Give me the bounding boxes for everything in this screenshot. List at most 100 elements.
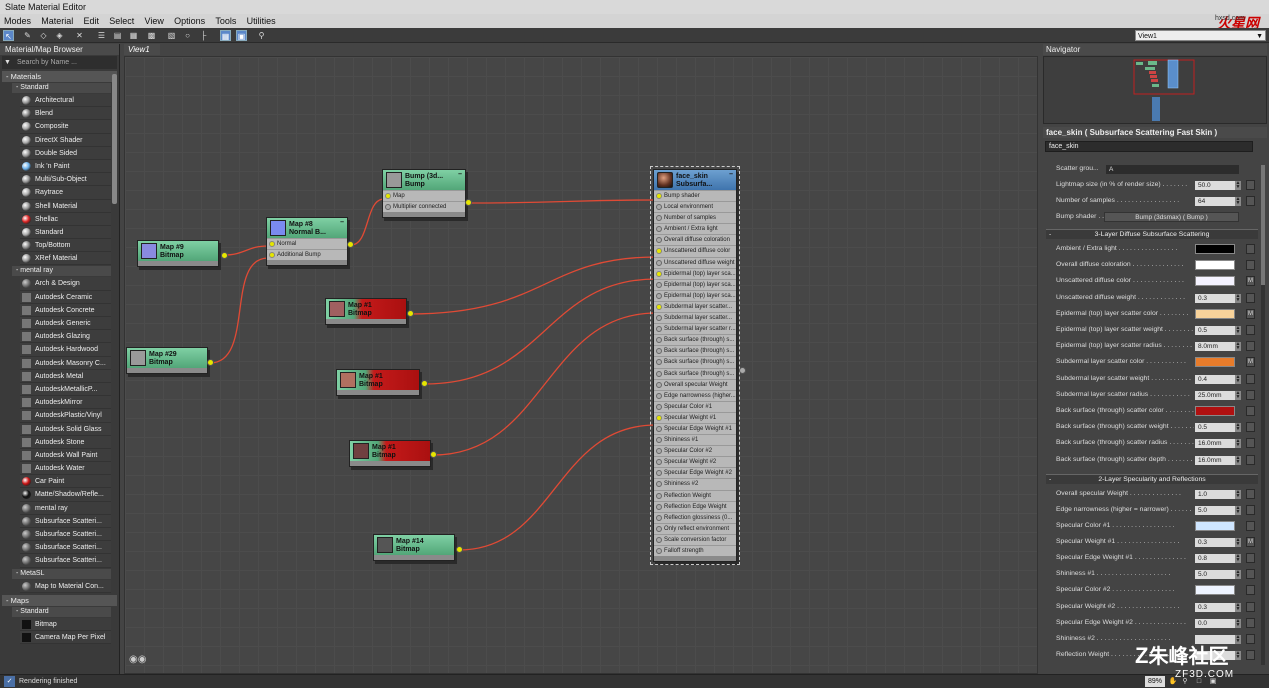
map-button[interactable] bbox=[1246, 341, 1255, 352]
color-swatch[interactable] bbox=[1195, 521, 1235, 531]
input-socket[interactable] bbox=[656, 259, 662, 266]
input-socket[interactable] bbox=[656, 237, 662, 244]
input-slot[interactable]: Shininess #1 bbox=[654, 434, 736, 445]
input-slot[interactable]: Specular Color #2 bbox=[654, 445, 736, 456]
input-socket[interactable] bbox=[656, 459, 662, 466]
map-button[interactable] bbox=[1246, 260, 1255, 271]
input-slot[interactable]: Unscattered diffuse weight bbox=[654, 256, 736, 268]
node-map-11[interactable]: Map #1 Bitmap bbox=[325, 298, 407, 325]
output-socket[interactable] bbox=[465, 199, 472, 206]
input-slot[interactable]: Scale conversion factor bbox=[654, 533, 736, 545]
browser-item[interactable]: Blend bbox=[20, 107, 111, 121]
pick-material-icon[interactable]: ✎ bbox=[22, 30, 33, 41]
input-socket[interactable] bbox=[656, 215, 662, 222]
menu-tools[interactable]: Tools bbox=[211, 14, 240, 28]
layout-all-icon[interactable]: ▦ bbox=[128, 30, 139, 41]
color-swatch[interactable] bbox=[1195, 406, 1235, 416]
input-socket[interactable] bbox=[656, 525, 662, 532]
color-swatch[interactable] bbox=[1195, 276, 1235, 287]
input-socket[interactable] bbox=[656, 470, 662, 477]
assign-material-icon[interactable]: ◈ bbox=[54, 30, 65, 41]
input-socket[interactable] bbox=[656, 303, 662, 310]
browser-item[interactable]: Autodesk Ceramic bbox=[20, 290, 111, 304]
spinner-icon[interactable]: ▲ ▼ bbox=[1235, 505, 1241, 515]
collapse-icon[interactable]: - bbox=[1049, 475, 1051, 485]
collapse-icon[interactable]: - bbox=[1049, 230, 1051, 240]
browser-item[interactable]: Shellac bbox=[20, 212, 111, 226]
parameter-value-field[interactable]: 0.0 bbox=[1195, 618, 1235, 628]
color-swatch[interactable] bbox=[1195, 260, 1235, 271]
preview-icon[interactable]: ○ bbox=[182, 30, 193, 41]
input-slot[interactable]: Only reflect environment bbox=[654, 522, 736, 534]
spinner-icon[interactable]: ▲ ▼ bbox=[1235, 390, 1241, 400]
node-view-canvas[interactable]: Map #9 Bitmap Map #29 Bitmap Map #8 Normal … bbox=[124, 56, 1038, 674]
input-slot[interactable]: Bump shader bbox=[654, 190, 736, 201]
browser-item[interactable]: Subsurface Scatteri... bbox=[20, 554, 111, 568]
input-slot[interactable]: Back surface (through) s... bbox=[654, 334, 736, 345]
input-socket[interactable] bbox=[656, 248, 662, 255]
material-name-field[interactable]: face_skin bbox=[1045, 141, 1253, 152]
input-slot[interactable]: Back surface (through) s... bbox=[654, 345, 736, 356]
menu-material[interactable]: Material bbox=[37, 14, 77, 28]
input-socket[interactable] bbox=[656, 281, 662, 288]
output-socket[interactable] bbox=[221, 252, 228, 259]
input-slot[interactable]: Epidermal (top) layer sca... bbox=[654, 267, 736, 279]
parameter-value-field[interactable]: 0.5 bbox=[1195, 326, 1235, 335]
parameter-scrollbar[interactable] bbox=[1261, 165, 1265, 665]
input-slot[interactable]: Reflection Edge Weight bbox=[654, 500, 736, 512]
node-face-skin[interactable]: face_skin Subsurfa... – Bump shader Local e… bbox=[650, 165, 740, 566]
parameter-value-field[interactable]: 0.4 bbox=[1195, 374, 1235, 384]
parameter-value-field[interactable]: 16.0mm bbox=[1195, 455, 1235, 465]
browser-item[interactable]: Shell Material bbox=[20, 199, 111, 213]
map-button[interactable] bbox=[1246, 244, 1255, 254]
input-slot[interactable]: Specular Edge Weight #1 bbox=[654, 422, 736, 434]
hide-unused-icon[interactable]: ▤ bbox=[112, 30, 123, 41]
parameter-value-field[interactable]: 64 bbox=[1195, 197, 1235, 206]
spinner-icon[interactable]: ▲ ▼ bbox=[1235, 570, 1241, 580]
parameter-value-field[interactable]: 8.0mm bbox=[1195, 342, 1235, 352]
input-slot[interactable]: Number of samples bbox=[654, 212, 736, 223]
menu-triangle-icon[interactable]: ▼ bbox=[4, 56, 11, 69]
input-socket[interactable] bbox=[656, 193, 662, 199]
browser-item[interactable]: Autodesk Hardwood bbox=[20, 343, 111, 357]
input-socket[interactable] bbox=[656, 448, 662, 455]
input-slot-multiplier[interactable]: Multiplier connected bbox=[383, 201, 465, 212]
input-slot[interactable]: Local environment bbox=[654, 201, 736, 212]
node-bump[interactable]: Bump (3d... Bump – Map Multiplier connecte… bbox=[382, 169, 466, 219]
browser-item[interactable]: Matte/Shadow/Refle... bbox=[20, 488, 111, 502]
input-slot[interactable]: Epidermal (top) layer sca... bbox=[654, 289, 736, 301]
parameter-value-field[interactable]: 0.8 bbox=[1195, 554, 1235, 564]
menu-utilities[interactable]: Utilities bbox=[243, 14, 280, 28]
output-socket[interactable] bbox=[207, 359, 214, 366]
menu-options[interactable]: Options bbox=[170, 14, 209, 28]
spinner-icon[interactable]: ▲ ▼ bbox=[1235, 554, 1241, 564]
output-socket[interactable] bbox=[456, 546, 463, 553]
input-slot[interactable]: Shininess #2 bbox=[654, 478, 736, 489]
map-button[interactable] bbox=[1246, 438, 1255, 449]
parameter-value-field[interactable]: 0.3 bbox=[1195, 293, 1235, 303]
map-button[interactable] bbox=[1246, 325, 1255, 335]
node-map-8[interactable]: Map #8 Normal B... – Normal Additional Bum… bbox=[266, 217, 348, 267]
parameter-value-field[interactable]: 0.3 bbox=[1195, 602, 1235, 612]
browser-item[interactable]: mental ray bbox=[20, 501, 111, 515]
input-socket[interactable] bbox=[656, 292, 662, 299]
browser-scrollbar[interactable] bbox=[112, 74, 117, 204]
browser-item[interactable]: Camera Map Per Pixel bbox=[20, 630, 111, 645]
node-map-14[interactable]: Map #14 Bitmap bbox=[373, 534, 455, 561]
map-button[interactable] bbox=[1246, 553, 1255, 564]
input-slot[interactable]: Overall diffuse coloration bbox=[654, 234, 736, 245]
parameter-value-field[interactable]: 1.0 bbox=[1195, 489, 1235, 499]
output-socket[interactable] bbox=[347, 241, 354, 248]
input-socket[interactable] bbox=[656, 337, 662, 344]
node-map-9[interactable]: Map #9 Bitmap bbox=[137, 240, 219, 267]
map-button[interactable] bbox=[1246, 649, 1255, 660]
browser-item[interactable]: Standard bbox=[20, 225, 111, 240]
output-socket[interactable] bbox=[739, 367, 746, 374]
browser-item[interactable]: Autodesk Glazing bbox=[20, 330, 111, 344]
input-slot[interactable]: Overall specular Weight bbox=[654, 378, 736, 390]
browser-item[interactable]: Multi/Sub-Object bbox=[20, 173, 111, 187]
browser-item[interactable]: Arch & Design bbox=[20, 277, 111, 291]
input-slot[interactable]: Specular Edge Weight #2 bbox=[654, 467, 736, 478]
search-input[interactable]: ▼ Search by Name ... bbox=[2, 56, 117, 69]
browser-subcategory[interactable]: - Standard bbox=[12, 83, 111, 93]
